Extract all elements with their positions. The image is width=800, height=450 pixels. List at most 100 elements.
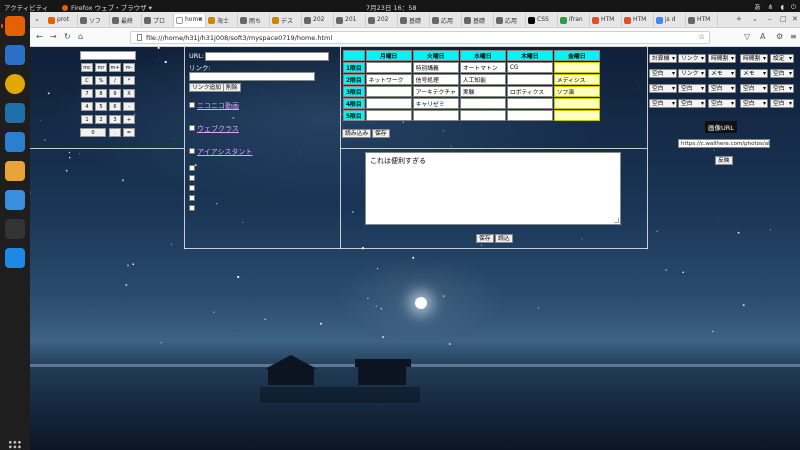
timetable-cell[interactable] xyxy=(459,110,506,121)
calc-key[interactable]: 7 xyxy=(81,89,93,98)
calc-key[interactable]: 6 xyxy=(109,102,121,111)
calc-key[interactable]: % xyxy=(95,76,107,85)
layout-select[interactable]: 空白 xyxy=(770,69,794,78)
tab-6[interactable]: 雨ち xyxy=(238,14,270,27)
timetable-load-button[interactable]: 読み込み xyxy=(342,129,372,138)
empty-link-checkbox[interactable] xyxy=(189,195,195,201)
timetable-cell[interactable]: CG xyxy=(506,62,553,73)
layout-select[interactable]: 空白 xyxy=(708,84,736,93)
timetable-cell[interactable] xyxy=(553,98,600,109)
tab-13[interactable]: 基礎 xyxy=(462,14,494,27)
tab-4[interactable]: home ✕ xyxy=(174,14,206,27)
firefox-icon[interactable] xyxy=(1,16,25,36)
timetable-cell[interactable]: キャリゼミ xyxy=(412,98,459,109)
empty-link-checkbox[interactable] xyxy=(189,175,195,181)
calc-key[interactable]: 1 xyxy=(81,115,93,124)
libreoffice-impress-icon[interactable] xyxy=(5,103,25,123)
files-icon[interactable] xyxy=(5,161,25,181)
tab-12[interactable]: 応用 xyxy=(430,14,462,27)
layout-select[interactable]: 空白 xyxy=(649,69,677,78)
layout-select[interactable]: 空白 xyxy=(678,84,706,93)
tab-19[interactable]: js d xyxy=(654,14,686,27)
vscode-icon[interactable] xyxy=(5,248,25,268)
tab-overflow-icon[interactable]: ⌄ xyxy=(752,15,758,23)
back-icon[interactable]: ← xyxy=(36,32,43,41)
forward-icon[interactable]: → xyxy=(50,32,57,41)
calc-key[interactable]: m+ xyxy=(109,63,121,72)
close-window-icon[interactable]: ✕ xyxy=(792,15,798,23)
calc-key[interactable]: m- xyxy=(123,63,135,72)
layout-select[interactable]: 設定 xyxy=(770,54,794,63)
layout-select[interactable]: 時間割 xyxy=(708,54,736,63)
tab-7[interactable]: デス xyxy=(270,14,302,27)
calc-key[interactable]: / xyxy=(109,76,121,85)
rhythmbox-icon[interactable] xyxy=(5,74,25,94)
link-checkbox[interactable] xyxy=(189,148,195,154)
tab-10[interactable]: 202 xyxy=(366,14,398,27)
tab-2[interactable]: 最終 xyxy=(110,14,142,27)
tab-0[interactable]: prot xyxy=(46,14,78,27)
page-info-icon[interactable] xyxy=(137,34,142,41)
tab-16[interactable]: ifran xyxy=(558,14,590,27)
memo-save-button[interactable]: 保存 xyxy=(476,234,494,243)
empty-link-checkbox[interactable] xyxy=(189,165,195,171)
reload-icon[interactable]: ↻ xyxy=(64,32,71,41)
layout-select[interactable]: 空白 xyxy=(770,99,794,108)
layout-select[interactable]: 空白 xyxy=(740,99,768,108)
home-icon[interactable]: ⌂ xyxy=(78,32,83,41)
calc-key[interactable]: mc xyxy=(81,63,93,72)
bookmark-star-icon[interactable]: ☆ xyxy=(699,33,705,41)
layout-select[interactable]: 計算機 xyxy=(649,54,677,63)
calc-key[interactable]: X xyxy=(123,89,135,98)
timetable-cell[interactable] xyxy=(553,62,600,73)
calc-key[interactable]: 4 xyxy=(81,102,93,111)
timetable-cell[interactable]: アーキテクチャ xyxy=(412,86,459,97)
link-item[interactable]: ニコニコ動画 xyxy=(197,101,239,111)
calc-key[interactable]: 9 xyxy=(109,89,121,98)
tab-list-icon[interactable]: ⌄ xyxy=(34,15,40,23)
memo-textarea[interactable]: これは便利すぎる xyxy=(365,152,621,225)
layout-select[interactable]: 空白 xyxy=(649,99,677,108)
calc-key[interactable]: 2 xyxy=(95,115,107,124)
close-tab-icon[interactable]: ✕ xyxy=(198,16,203,23)
link-item[interactable]: アイアシスタント xyxy=(197,147,252,157)
tab-15[interactable]: CSS xyxy=(526,14,558,27)
timetable-cell[interactable] xyxy=(459,98,506,109)
tab-11[interactable]: 基礎 xyxy=(398,14,430,27)
layout-select[interactable]: リンク xyxy=(678,54,706,63)
active-app-menu[interactable]: Firefox ウェブ・ブラウザ ▾ xyxy=(62,2,152,12)
layout-select[interactable]: 空白 xyxy=(770,84,794,93)
translate-icon[interactable]: A xyxy=(760,32,765,41)
help-icon[interactable] xyxy=(5,190,25,210)
calc-key[interactable]: 8 xyxy=(95,89,107,98)
timetable-cell[interactable]: ロボティクス xyxy=(506,86,553,97)
calc-key[interactable]: * xyxy=(123,76,135,85)
minimize-icon[interactable]: – xyxy=(768,15,772,23)
url-input[interactable] xyxy=(205,52,329,61)
timetable-cell[interactable] xyxy=(553,110,600,121)
timetable-cell[interactable]: ソフ演 xyxy=(553,86,600,97)
tab-9[interactable]: 201 xyxy=(334,14,366,27)
layout-select[interactable]: 時間割 xyxy=(740,54,768,63)
maximize-icon[interactable]: □ xyxy=(780,15,787,23)
pocket-icon[interactable]: ▽ xyxy=(744,32,750,41)
empty-link-checkbox[interactable] xyxy=(189,185,195,191)
tab-8[interactable]: 202 xyxy=(302,14,334,27)
menu-icon[interactable]: ≡ xyxy=(790,32,797,41)
link-item[interactable]: ウェブクラス xyxy=(197,124,239,134)
calc-key[interactable]: = xyxy=(123,128,135,137)
calc-key[interactable]: C xyxy=(81,76,93,85)
timetable-cell[interactable] xyxy=(365,86,412,97)
new-tab-button[interactable]: + xyxy=(736,15,742,23)
timetable-cell[interactable] xyxy=(506,98,553,109)
layout-select[interactable]: メモ xyxy=(708,69,736,78)
system-indicators[interactable]: あ ⋔ ◖ ⏻ xyxy=(749,1,796,12)
calc-key[interactable]: 0 xyxy=(80,128,106,137)
tab-3[interactable]: プロ xyxy=(142,14,174,27)
add-link-button[interactable]: リンク追加 xyxy=(189,83,224,92)
layout-select[interactable]: メモ xyxy=(740,69,768,78)
resize-handle[interactable] xyxy=(614,218,619,223)
clock[interactable]: 7月23日 16：58 xyxy=(366,2,417,12)
timetable-cell[interactable] xyxy=(412,110,459,121)
timetable-cell[interactable]: メディシス xyxy=(553,74,600,85)
